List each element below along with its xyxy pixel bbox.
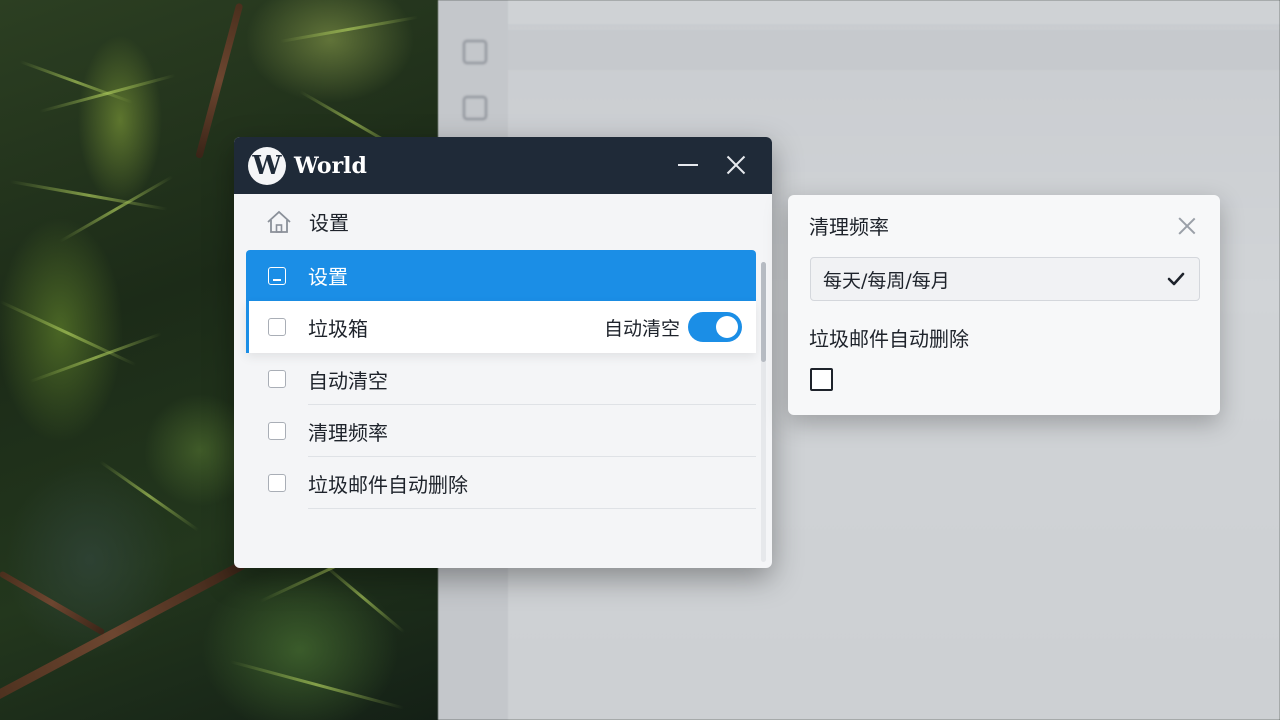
background-icon bbox=[463, 40, 487, 64]
spam-auto-delete-checkbox[interactable] bbox=[810, 368, 833, 391]
settings-dialog: W World 设置 设置 垃圾箱 自动清空 自动清空 清理频率 垃圾邮件自动删… bbox=[234, 137, 772, 568]
minimize-icon bbox=[678, 164, 698, 166]
row-checkbox[interactable] bbox=[268, 318, 286, 336]
app-logo-letter: W bbox=[252, 150, 282, 181]
row-checkbox[interactable] bbox=[268, 266, 286, 285]
background-icon bbox=[463, 96, 487, 120]
popover-close-icon[interactable] bbox=[1178, 217, 1196, 235]
close-button[interactable] bbox=[720, 149, 752, 181]
toggle-knob bbox=[716, 316, 738, 338]
frequency-select-value: 每天/每周/每月 bbox=[823, 269, 950, 292]
frequency-select[interactable]: 每天/每周/每月 bbox=[810, 257, 1200, 301]
list-item-spam-auto-delete[interactable]: 垃圾邮件自动删除 bbox=[246, 457, 756, 509]
list-scrollbar[interactable] bbox=[761, 262, 766, 562]
settings-list: 设置 垃圾箱 自动清空 自动清空 清理频率 垃圾邮件自动删除 bbox=[246, 250, 756, 509]
auto-empty-label: 自动清空 bbox=[603, 317, 680, 340]
app-title: World bbox=[294, 152, 367, 179]
dialog-content: 设置 设置 垃圾箱 自动清空 自动清空 清理频率 垃圾邮件自动删除 bbox=[234, 194, 772, 568]
settings-header[interactable]: 设置 bbox=[234, 194, 754, 249]
spam-auto-delete-label: 垃圾邮件自动删除 bbox=[809, 327, 969, 351]
list-item-cleanup-frequency[interactable]: 清理频率 bbox=[246, 405, 756, 457]
row-checkbox[interactable] bbox=[268, 474, 286, 492]
auto-empty-control: 自动清空 bbox=[604, 301, 742, 353]
checkmark-icon bbox=[1167, 272, 1185, 286]
row-checkbox[interactable] bbox=[268, 370, 286, 388]
list-item-settings[interactable]: 设置 bbox=[246, 250, 756, 301]
app-logo: W bbox=[248, 146, 286, 185]
list-item-label: 设置 bbox=[308, 265, 348, 289]
minimize-button[interactable] bbox=[672, 149, 704, 181]
list-item-auto-empty[interactable]: 自动清空 bbox=[246, 353, 756, 405]
background-band bbox=[508, 30, 1280, 70]
header-label: 设置 bbox=[309, 211, 349, 235]
close-icon bbox=[725, 154, 747, 176]
list-item-label: 清理频率 bbox=[308, 420, 388, 445]
auto-empty-toggle[interactable] bbox=[688, 312, 742, 342]
row-checkbox[interactable] bbox=[268, 422, 286, 440]
list-item-label: 垃圾箱 bbox=[308, 316, 368, 341]
list-item-trash[interactable]: 垃圾箱 自动清空 bbox=[246, 301, 756, 353]
dialog-titlebar: W World bbox=[234, 137, 772, 194]
background-toolbar bbox=[508, 0, 1280, 24]
scrollbar-thumb[interactable] bbox=[761, 262, 766, 362]
cleanup-frequency-popover: 清理频率 每天/每周/每月 垃圾邮件自动删除 bbox=[788, 195, 1220, 415]
home-icon bbox=[267, 210, 291, 233]
popover-title: 清理频率 bbox=[809, 215, 889, 239]
list-item-label: 自动清空 bbox=[308, 368, 388, 393]
list-item-label: 垃圾邮件自动删除 bbox=[308, 472, 468, 497]
